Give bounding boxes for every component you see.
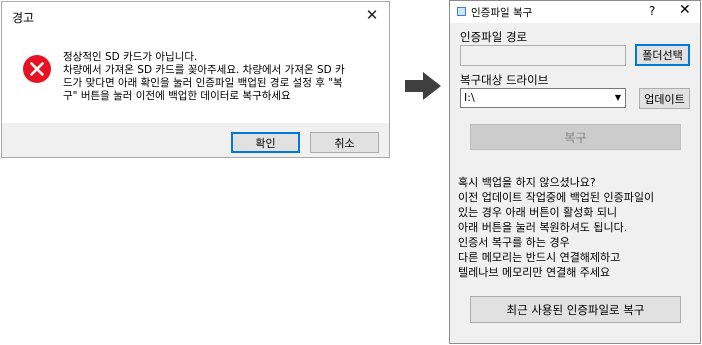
warning-dialog: 경고 ✕ 정상적인 SD 카드가 아닙니다. 차량에서 가져온 SD 카드를 꽂… xyxy=(1,1,390,158)
warning-message: 정상적인 SD 카드가 아닙니다. 차량에서 가져온 SD 카드를 꽂아주세요.… xyxy=(63,51,345,102)
close-icon[interactable]: ✕ xyxy=(363,6,381,24)
restore-window: 인증파일 복구 ? ✕ 인증파일 경로 폴더선택 복구대상 드라이브 I:\ ▼… xyxy=(449,0,701,344)
restore-button[interactable]: 복구 xyxy=(470,124,681,150)
close-button[interactable]: ✕ xyxy=(679,2,691,18)
cert-path-input[interactable] xyxy=(460,45,626,66)
ok-button[interactable]: 확인 xyxy=(231,132,300,153)
right-arrow-icon xyxy=(405,72,441,100)
chevron-down-icon[interactable]: ▼ xyxy=(612,90,624,106)
drive-value: I:\ xyxy=(464,91,475,104)
update-button[interactable]: 업데이트 xyxy=(639,88,690,109)
recent-cert-restore-button[interactable]: 최근 사용된 인증파일로 복구 xyxy=(470,296,681,323)
window-title: 인증파일 복구 xyxy=(471,7,533,19)
drive-select[interactable]: I:\ ▼ xyxy=(460,88,626,108)
help-button[interactable]: ? xyxy=(649,4,655,18)
dialog-title: 경고 xyxy=(12,11,35,25)
target-drive-label: 복구대상 드라이브 xyxy=(460,73,549,87)
info-text: 혹시 백업을 하지 않으셨나요? 이전 업데이트 작업중에 백업된 인증파일이 … xyxy=(458,176,655,279)
title-bar: 인증파일 복구 ? ✕ xyxy=(450,1,700,23)
folder-select-button[interactable]: 폴더선택 xyxy=(635,44,690,66)
app-icon xyxy=(457,7,466,16)
cancel-button[interactable]: 취소 xyxy=(310,132,379,153)
cert-path-label: 인증파일 경로 xyxy=(460,30,528,44)
error-icon xyxy=(23,55,51,83)
